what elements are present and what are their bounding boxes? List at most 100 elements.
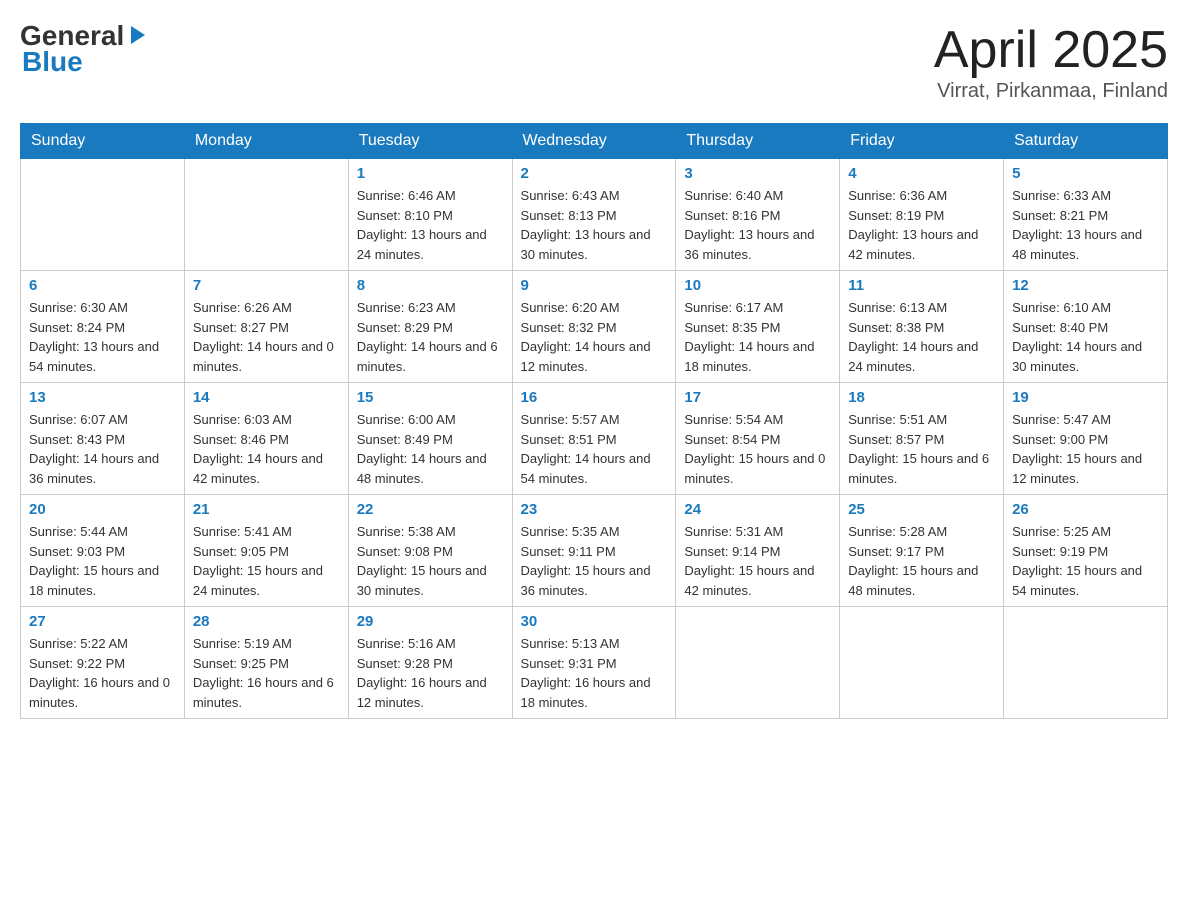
calendar-cell: 2Sunrise: 6:43 AMSunset: 8:13 PMDaylight… [512, 159, 676, 271]
calendar-cell: 3 Sunrise: 6:40 AMSunset: 8:16 PMDaylight… [676, 159, 840, 271]
page-title: April 2025 [934, 20, 1168, 80]
title-block: April 2025 Virrat, Pirkanmaa, Finland [934, 20, 1168, 103]
calendar-cell: 16Sunrise: 5:57 AMSunset: 8:51 PMDayligh… [512, 383, 676, 495]
day-number: 14 [193, 389, 340, 406]
calendar-cell: 17 Sunrise: 5:54 AMSunset: 8:54 PMDayligh… [676, 383, 840, 495]
calendar-cell: 25 Sunrise: 5:28 AMSunset: 9:17 PMDayligh… [840, 495, 1004, 607]
sun-info: Sunrise: 5:25 AMSunset: 9:19 PMDaylight:… [1012, 522, 1159, 600]
sun-info: Sunrise: 5:44 AMSunset: 9:03 PMDaylight:… [29, 522, 176, 600]
sun-info: Sunrise: 6:43 AMSunset: 8:13 PMDaylight:… [521, 186, 668, 264]
calendar-day-header: Thursday [676, 124, 840, 159]
day-number: 18 [848, 389, 995, 406]
day-number: 9 [521, 277, 668, 294]
calendar-cell: 11 Sunrise: 6:13 AMSunset: 8:38 PMDayligh… [840, 271, 1004, 383]
calendar-week-row: 20 Sunrise: 5:44 AMSunset: 9:03 PMDayligh… [21, 495, 1168, 607]
calendar-cell [1004, 607, 1168, 719]
day-number: 29 [357, 613, 504, 630]
sun-info: Sunrise: 5:16 AMSunset: 9:28 PMDaylight:… [357, 634, 504, 712]
sun-info: Sunrise: 5:28 AMSunset: 9:17 PMDaylight:… [848, 522, 995, 600]
calendar-week-row: 6 Sunrise: 6:30 AMSunset: 8:24 PMDaylight… [21, 271, 1168, 383]
sun-info: Sunrise: 6:40 AMSunset: 8:16 PMDaylight:… [684, 186, 831, 264]
day-number: 13 [29, 389, 176, 406]
day-number: 20 [29, 501, 176, 518]
calendar-day-header: Sunday [21, 124, 185, 159]
day-number: 30 [521, 613, 668, 630]
day-number: 1 [357, 165, 504, 182]
calendar-cell: 1 Sunrise: 6:46 AMSunset: 8:10 PMDaylight… [348, 159, 512, 271]
sun-info: Sunrise: 5:31 AMSunset: 9:14 PMDaylight:… [684, 522, 831, 600]
day-number: 23 [521, 501, 668, 518]
sun-info: Sunrise: 5:41 AMSunset: 9:05 PMDaylight:… [193, 522, 340, 600]
calendar-cell: 20 Sunrise: 5:44 AMSunset: 9:03 PMDayligh… [21, 495, 185, 607]
calendar-cell: 27Sunrise: 5:22 AMSunset: 9:22 PMDayligh… [21, 607, 185, 719]
sun-info: Sunrise: 5:54 AMSunset: 8:54 PMDaylight:… [684, 410, 831, 488]
calendar-cell: 21Sunrise: 5:41 AMSunset: 9:05 PMDayligh… [184, 495, 348, 607]
page-header: General Blue April 2025 Virrat, Pirkanma… [20, 20, 1168, 103]
calendar-cell: 4Sunrise: 6:36 AMSunset: 8:19 PMDaylight… [840, 159, 1004, 271]
calendar-cell [21, 159, 185, 271]
day-number: 11 [848, 277, 995, 294]
day-number: 28 [193, 613, 340, 630]
sun-info: Sunrise: 6:46 AMSunset: 8:10 PMDaylight:… [357, 186, 504, 264]
calendar-cell: 8Sunrise: 6:23 AMSunset: 8:29 PMDaylight… [348, 271, 512, 383]
sun-info: Sunrise: 6:20 AMSunset: 8:32 PMDaylight:… [521, 298, 668, 376]
calendar-cell: 9 Sunrise: 6:20 AMSunset: 8:32 PMDaylight… [512, 271, 676, 383]
calendar-cell: 18 Sunrise: 5:51 AMSunset: 8:57 PMDayligh… [840, 383, 1004, 495]
sun-info: Sunrise: 5:35 AMSunset: 9:11 PMDaylight:… [521, 522, 668, 600]
sun-info: Sunrise: 5:19 AMSunset: 9:25 PMDaylight:… [193, 634, 340, 712]
calendar-day-header: Saturday [1004, 124, 1168, 159]
day-number: 16 [521, 389, 668, 406]
calendar-cell: 30 Sunrise: 5:13 AMSunset: 9:31 PMDayligh… [512, 607, 676, 719]
calendar-cell: 22 Sunrise: 5:38 AMSunset: 9:08 PMDayligh… [348, 495, 512, 607]
calendar-table: SundayMondayTuesdayWednesdayThursdayFrid… [20, 123, 1168, 719]
sun-info: Sunrise: 5:13 AMSunset: 9:31 PMDaylight:… [521, 634, 668, 712]
page-subtitle: Virrat, Pirkanmaa, Finland [934, 80, 1168, 103]
day-number: 22 [357, 501, 504, 518]
calendar-cell [840, 607, 1004, 719]
calendar-cell: 13 Sunrise: 6:07 AMSunset: 8:43 PMDayligh… [21, 383, 185, 495]
calendar-cell: 24Sunrise: 5:31 AMSunset: 9:14 PMDayligh… [676, 495, 840, 607]
day-number: 6 [29, 277, 176, 294]
calendar-cell: 10Sunrise: 6:17 AMSunset: 8:35 PMDayligh… [676, 271, 840, 383]
sun-info: Sunrise: 6:13 AMSunset: 8:38 PMDaylight:… [848, 298, 995, 376]
logo: General Blue [20, 20, 149, 78]
calendar-cell: 29 Sunrise: 5:16 AMSunset: 9:28 PMDayligh… [348, 607, 512, 719]
sun-info: Sunrise: 5:38 AMSunset: 9:08 PMDaylight:… [357, 522, 504, 600]
logo-blue: Blue [22, 46, 83, 78]
calendar-cell: 6 Sunrise: 6:30 AMSunset: 8:24 PMDaylight… [21, 271, 185, 383]
sun-info: Sunrise: 5:51 AMSunset: 8:57 PMDaylight:… [848, 410, 995, 488]
day-number: 15 [357, 389, 504, 406]
day-number: 25 [848, 501, 995, 518]
calendar-day-header: Tuesday [348, 124, 512, 159]
sun-info: Sunrise: 6:30 AMSunset: 8:24 PMDaylight:… [29, 298, 176, 376]
day-number: 5 [1012, 165, 1159, 182]
calendar-week-row: 13 Sunrise: 6:07 AMSunset: 8:43 PMDayligh… [21, 383, 1168, 495]
sun-info: Sunrise: 6:00 AMSunset: 8:49 PMDaylight:… [357, 410, 504, 488]
sun-info: Sunrise: 6:17 AMSunset: 8:35 PMDaylight:… [684, 298, 831, 376]
sun-info: Sunrise: 6:23 AMSunset: 8:29 PMDaylight:… [357, 298, 504, 376]
sun-info: Sunrise: 6:36 AMSunset: 8:19 PMDaylight:… [848, 186, 995, 264]
sun-info: Sunrise: 6:03 AMSunset: 8:46 PMDaylight:… [193, 410, 340, 488]
day-number: 17 [684, 389, 831, 406]
day-number: 3 [684, 165, 831, 182]
sun-info: Sunrise: 6:10 AMSunset: 8:40 PMDaylight:… [1012, 298, 1159, 376]
sun-info: Sunrise: 6:33 AMSunset: 8:21 PMDaylight:… [1012, 186, 1159, 264]
calendar-cell: 23 Sunrise: 5:35 AMSunset: 9:11 PMDayligh… [512, 495, 676, 607]
calendar-day-header: Wednesday [512, 124, 676, 159]
calendar-cell [676, 607, 840, 719]
calendar-cell: 5 Sunrise: 6:33 AMSunset: 8:21 PMDaylight… [1004, 159, 1168, 271]
calendar-cell [184, 159, 348, 271]
sun-info: Sunrise: 6:07 AMSunset: 8:43 PMDaylight:… [29, 410, 176, 488]
calendar-cell: 26 Sunrise: 5:25 AMSunset: 9:19 PMDayligh… [1004, 495, 1168, 607]
calendar-week-row: 1 Sunrise: 6:46 AMSunset: 8:10 PMDaylight… [21, 159, 1168, 271]
sun-info: Sunrise: 5:47 AMSunset: 9:00 PMDaylight:… [1012, 410, 1159, 488]
calendar-cell: 15 Sunrise: 6:00 AMSunset: 8:49 PMDayligh… [348, 383, 512, 495]
day-number: 12 [1012, 277, 1159, 294]
calendar-day-header: Monday [184, 124, 348, 159]
calendar-cell: 14 Sunrise: 6:03 AMSunset: 8:46 PMDayligh… [184, 383, 348, 495]
calendar-cell: 28 Sunrise: 5:19 AMSunset: 9:25 PMDayligh… [184, 607, 348, 719]
calendar-header-row: SundayMondayTuesdayWednesdayThursdayFrid… [21, 124, 1168, 159]
calendar-cell: 19Sunrise: 5:47 AMSunset: 9:00 PMDayligh… [1004, 383, 1168, 495]
day-number: 26 [1012, 501, 1159, 518]
sun-info: Sunrise: 6:26 AMSunset: 8:27 PMDaylight:… [193, 298, 340, 376]
